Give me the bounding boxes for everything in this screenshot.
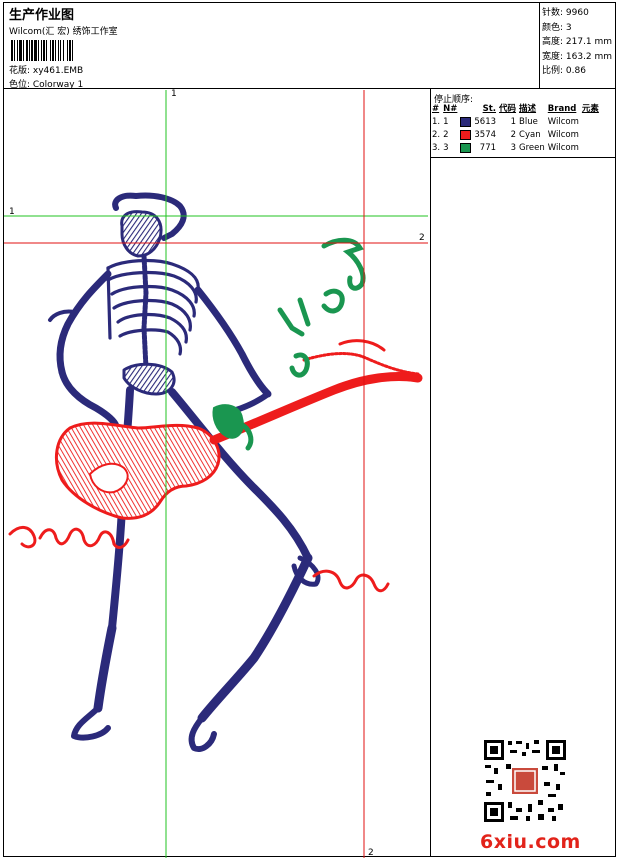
design-stats: 针数: 9960 颜色: 3 高度: 217.1 mm 宽度: 163.2 mm… [542, 6, 612, 79]
qr-code [482, 738, 568, 824]
col-needle: N# [443, 104, 458, 114]
row-description: Green [519, 143, 545, 153]
row-code: 2 [510, 130, 517, 140]
stop-panel-divider [430, 88, 431, 856]
row-index: 1. [432, 117, 441, 127]
row-needle: 3 [443, 143, 449, 153]
barcode-bar [73, 40, 75, 61]
row-needle: 2 [443, 130, 449, 140]
row-brand: Wilcom [547, 117, 579, 127]
table-row: 3. 3 771 3 Green Wilcom [432, 142, 602, 155]
row-brand: Wilcom [547, 130, 579, 140]
row-code: 3 [510, 143, 517, 153]
stat-color-count: 颜色: 3 [542, 22, 572, 33]
guide-green-vertical-label: 1 [171, 89, 177, 99]
stop-sequence-table: # N# St. 代码 描述 Brand 元素 1. 1 5613 1 Blue… [432, 103, 602, 155]
row-swatch [460, 116, 474, 129]
stop-panel-rule [430, 157, 615, 158]
col-swatch [460, 103, 474, 116]
stat-stitch-count: 针数: 9960 [542, 8, 589, 18]
col-element: 元素 [581, 104, 599, 114]
row-swatch [460, 142, 474, 155]
row-description: Cyan [519, 130, 541, 140]
guide-red-vertical-label: 2 [368, 848, 374, 858]
row-index: 3. [432, 143, 441, 153]
company-name: Wilcom(汇 宏) 绣饰工作室 [9, 27, 118, 37]
table-row: 1. 1 5613 1 Blue Wilcom [432, 116, 602, 129]
col-description: 描述 [519, 104, 537, 114]
col-brand: Brand [547, 104, 577, 114]
ribcage [106, 258, 200, 356]
stat-scale: 比例: 0.86 [542, 66, 586, 76]
row-stitches: 5613 [474, 117, 497, 127]
watermark-logo: 6xiu.com [480, 831, 581, 853]
row-stitches: 3574 [474, 130, 497, 140]
row-swatch [460, 129, 474, 142]
embroidery-preview [4, 90, 428, 858]
guide-red-horizontal-label: 2 [419, 233, 425, 243]
row-stitches: 771 [479, 143, 497, 153]
row-element [582, 129, 602, 142]
color-swatch [460, 129, 472, 140]
stop-table-header: # N# St. 代码 描述 Brand 元素 [432, 103, 602, 116]
design-barcode [11, 40, 106, 61]
production-worksheet: 生产作业图 Wilcom(汇 宏) 绣饰工作室 花版: xy461.EMB 色位… [3, 2, 616, 858]
row-code: 1 [510, 117, 517, 127]
worksheet-title: 生产作业图 [9, 8, 75, 23]
row-element [582, 116, 602, 129]
red-lettering [8, 526, 390, 593]
design-file-name: 花版: xy461.EMB [9, 66, 84, 76]
row-needle: 1 [443, 117, 449, 127]
guide-green-horizontal-label: 1 [9, 207, 15, 217]
col-stitches: St. [482, 104, 497, 114]
header-divider [539, 3, 540, 88]
row-brand: Wilcom [547, 143, 579, 153]
row-description: Blue [519, 117, 538, 127]
col-code: 代码 [499, 104, 517, 114]
stat-width: 宽度: 163.2 mm [542, 51, 613, 62]
table-row: 2. 2 3574 2 Cyan Wilcom [432, 129, 602, 142]
color-swatch [460, 116, 472, 127]
row-index: 2. [432, 130, 441, 140]
col-index: # [432, 104, 440, 114]
row-element [582, 142, 602, 155]
stat-height: 高度: 217.1 mm [542, 37, 613, 47]
color-swatch [460, 142, 472, 153]
